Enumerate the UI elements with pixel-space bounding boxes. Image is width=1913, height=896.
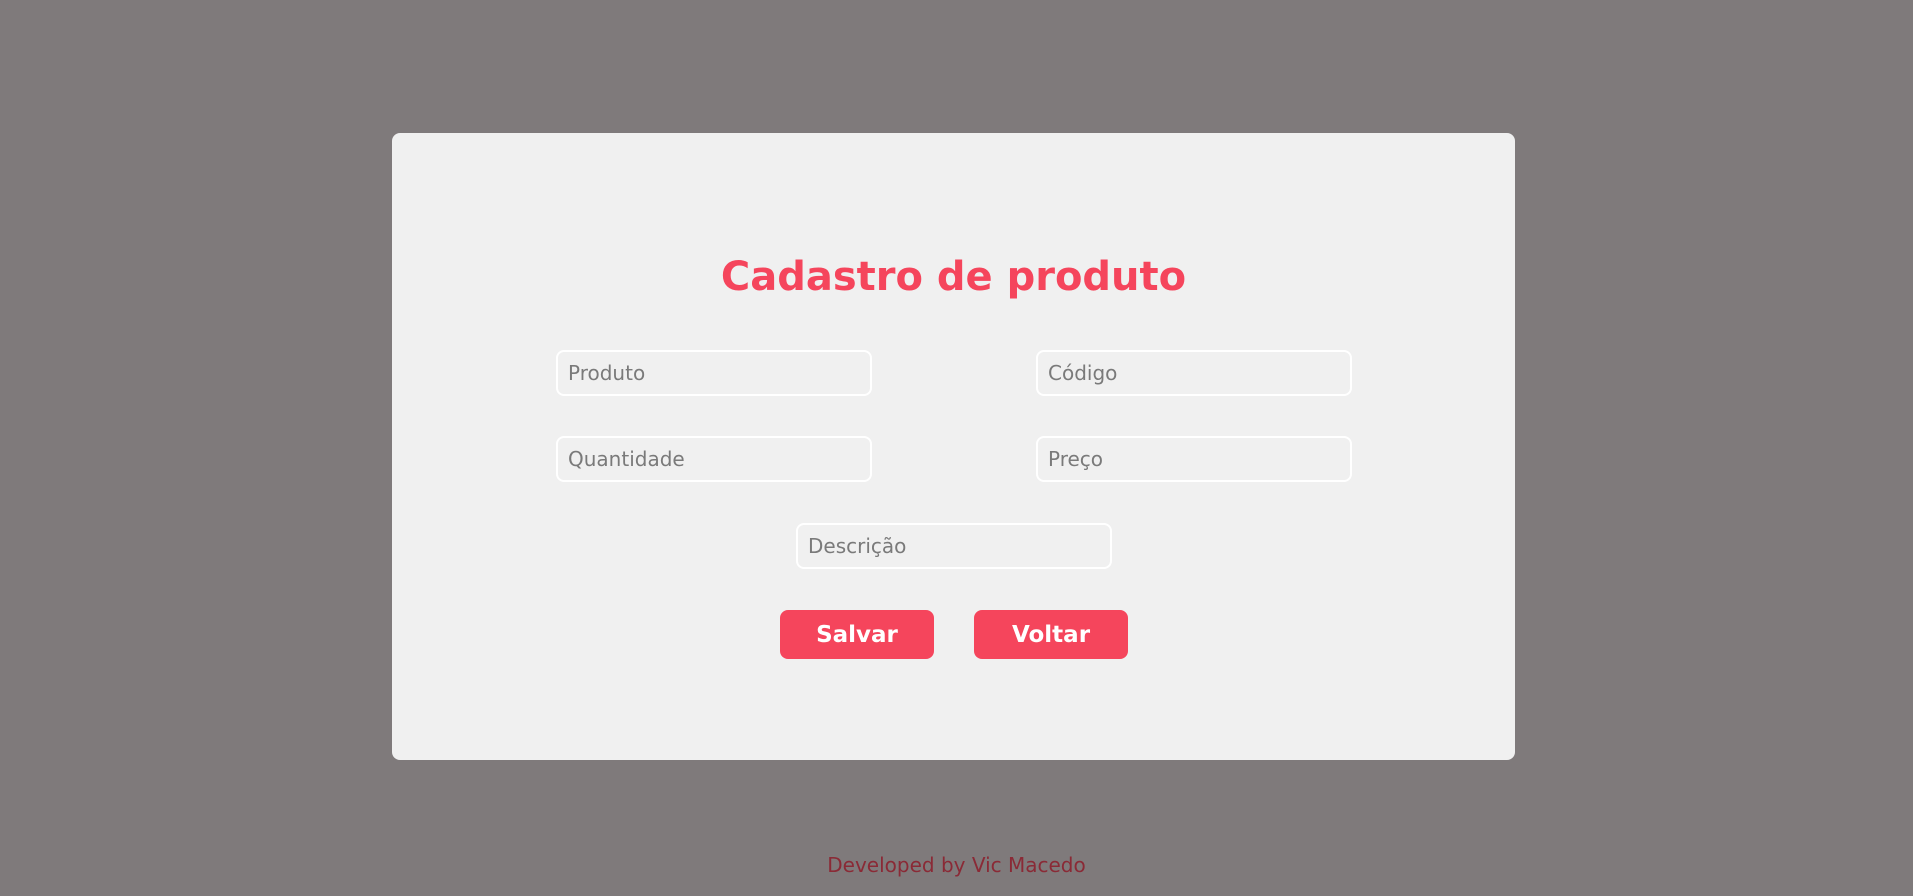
produto-input[interactable] [556,350,872,396]
footer-credit: Developed by Vic Macedo [827,853,1086,877]
codigo-input[interactable] [1036,350,1352,396]
save-button[interactable]: Salvar [780,610,934,659]
back-button[interactable]: Voltar [974,610,1128,659]
product-form-card: Cadastro de produto Salvar Voltar [392,133,1515,760]
preco-input[interactable] [1036,436,1352,482]
page-title: Cadastro de produto [720,254,1187,300]
quantidade-input[interactable] [556,436,872,482]
descricao-input[interactable] [796,523,1112,569]
